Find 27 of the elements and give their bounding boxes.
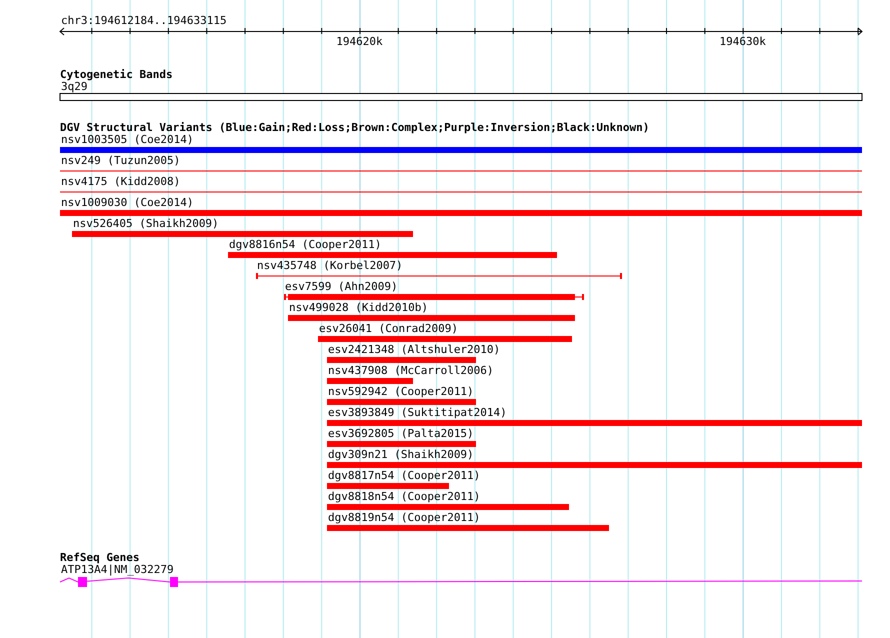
variant-label: dgv8817n54 (Cooper2011): [328, 469, 480, 482]
variant-label: nsv435748 (Korbel2007): [257, 259, 403, 272]
variant-label: esv3692805 (Palta2015): [328, 427, 474, 440]
variant-label: nsv1009030 (Coe2014): [61, 196, 194, 209]
variant-label: dgv8819n54 (Cooper2011): [328, 511, 480, 524]
variant-label: nsv1003505 (Coe2014): [61, 133, 194, 146]
variant-label: esv2421348 (Altshuler2010): [328, 343, 500, 356]
gene-label: ATP13A4|NM_032279: [61, 563, 174, 576]
tick-label: 194620k: [336, 35, 383, 48]
variant-label: nsv499028 (Kidd2010b): [288, 301, 428, 314]
track-title: RefSeq Genes: [60, 551, 140, 564]
variant-label: nsv592942 (Cooper2011): [328, 385, 474, 398]
track-title: DGV Structural Variants (Blue:Gain;Red:Loss;Brown:Complex;Purple:Inversion;Black:Unknown): [60, 121, 650, 134]
tick-label: 194630k: [719, 35, 766, 48]
variant-label: nsv437908 (McCarroll2006): [328, 364, 494, 377]
locus-label: chr3:194612184..194633115: [61, 14, 227, 27]
variant-label: esv7599 (Ahn2009): [285, 280, 398, 293]
variant-label: nsv4175 (Kidd2008): [61, 175, 180, 188]
track-title: Cytogenetic Bands: [60, 68, 173, 81]
variant-label: esv26041 (Conrad2009): [318, 322, 458, 335]
variant-label: nsv249 (Tuzun2005): [61, 154, 180, 167]
band-label: 3q29: [61, 80, 88, 93]
variant-label: esv3893849 (Suktitipat2014): [328, 406, 507, 419]
variant-label: nsv526405 (Shaikh2009): [73, 217, 219, 230]
variant-label: dgv8818n54 (Cooper2011): [328, 490, 480, 503]
variant-label: dgv8816n54 (Cooper2011): [229, 238, 382, 251]
variant-label: dgv309n21 (Shaikh2009): [328, 448, 474, 461]
